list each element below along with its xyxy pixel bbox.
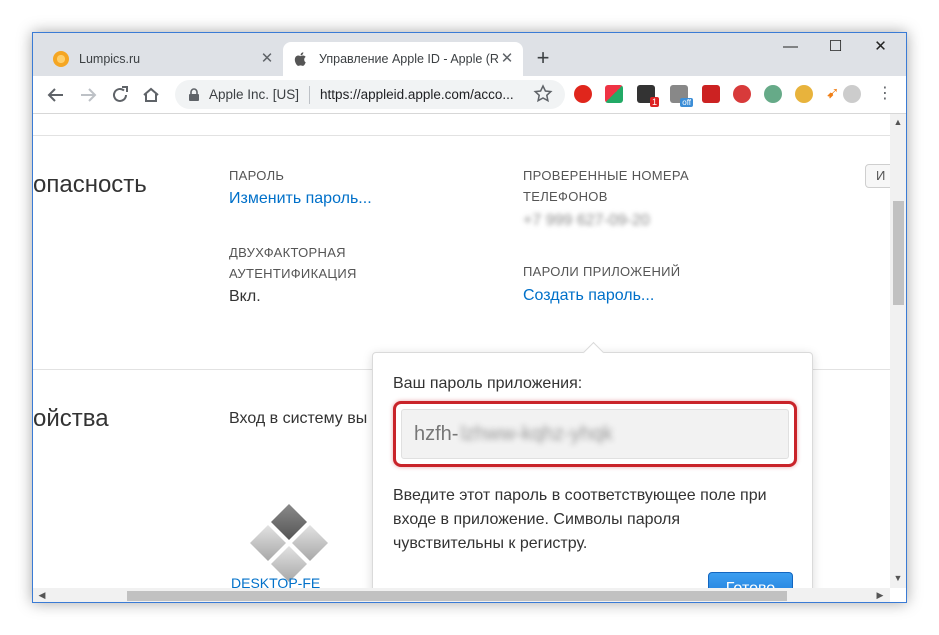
tab-close-icon[interactable]: ✕: [259, 51, 275, 67]
extension-ring-icon[interactable]: [795, 85, 813, 103]
reload-icon[interactable]: [109, 84, 131, 106]
vertical-scroll-thumb[interactable]: [893, 201, 904, 305]
password-label: ПАРОЛЬ: [229, 168, 285, 183]
password-highlight: hzfh-lzhww-kqhz-yhqk: [393, 401, 797, 467]
tab-close-icon[interactable]: ✕: [499, 51, 515, 67]
devices-heading: ойства: [33, 405, 109, 432]
create-password-link[interactable]: Создать пароль...: [523, 287, 654, 305]
tab-lumpics[interactable]: Lumpics.ru ✕: [43, 42, 283, 76]
password-visible-part: hzfh-: [414, 422, 459, 445]
twofa-value: Вкл.: [229, 288, 261, 305]
tab-title: Управление Apple ID - Apple (R: [319, 52, 499, 66]
popover-description: Введите этот пароль в соответствующее по…: [393, 487, 767, 552]
edit-button[interactable]: И: [865, 164, 890, 188]
home-icon[interactable]: [140, 84, 162, 106]
signin-text: Вход в систему вы: [229, 410, 368, 427]
popover-title: Ваш пароль приложения:: [393, 375, 583, 392]
minimize-icon[interactable]: —: [768, 33, 813, 63]
security-heading: опасность: [33, 171, 147, 198]
lumpics-favicon-icon: [53, 51, 69, 67]
scroll-down-icon[interactable]: ▼: [891, 573, 905, 583]
app-password-field[interactable]: hzfh-lzhww-kqhz-yhqk: [401, 409, 789, 459]
apple-favicon-icon: [293, 51, 309, 67]
scroll-right-icon[interactable]: ▶: [873, 590, 887, 601]
phones-label-line1: ПРОВЕРЕННЫЕ НОМЕРА: [523, 168, 689, 183]
phones-label-line2: ТЕЛЕФОНОВ: [523, 189, 608, 204]
app-passwords-label: ПАРОЛИ ПРИЛОЖЕНИЙ: [523, 264, 681, 279]
url-text: https://appleid.apple.com/acco...: [320, 87, 514, 102]
lock-icon: [187, 87, 201, 102]
divider: [33, 135, 890, 136]
video-extension-icon[interactable]: [733, 85, 751, 103]
tab-apple-id[interactable]: Управление Apple ID - Apple (R ✕: [283, 42, 523, 76]
profile-avatar[interactable]: [843, 85, 861, 103]
tab-strip: Lumpics.ru ✕ Управление Apple ID - Apple…: [33, 33, 906, 76]
scroll-left-icon[interactable]: ◀: [35, 590, 49, 601]
ublock-extension-icon[interactable]: [702, 85, 720, 103]
extension-badge-icon[interactable]: 1: [637, 85, 659, 107]
browser-window: Lumpics.ru ✕ Управление Apple ID - Apple…: [32, 32, 907, 603]
back-arrow-icon[interactable]: [45, 84, 67, 106]
twofa-label-line2: АУТЕНТИФИКАЦИЯ: [229, 266, 357, 281]
address-bar[interactable]: Apple Inc. [US] https://appleid.apple.co…: [175, 80, 565, 109]
done-button[interactable]: Готово: [708, 572, 793, 588]
bookmark-star-icon[interactable]: [533, 84, 553, 104]
twofa-label-line1: ДВУХФАКТОРНАЯ: [229, 245, 346, 260]
horizontal-scroll-thumb[interactable]: [127, 591, 787, 601]
device-name-link[interactable]: DESKTOP-FE: [231, 575, 320, 588]
menu-kebab-icon[interactable]: ⋮: [876, 85, 894, 103]
vertical-scrollbar[interactable]: [890, 114, 906, 588]
browser-toolbar: Apple Inc. [US] https://appleid.apple.co…: [33, 76, 906, 114]
close-window-icon[interactable]: ✕: [858, 33, 903, 63]
phone-number: +7 999 627-09-20: [523, 212, 650, 229]
forward-arrow-icon[interactable]: [77, 84, 99, 106]
password-hidden-part: lzhww-kqhz-yhqk: [460, 422, 613, 445]
new-tab-icon[interactable]: +: [532, 47, 554, 69]
owl-extension-icon[interactable]: [764, 85, 782, 103]
page-content: опасность ПАРОЛЬ Изменить пароль... ДВУХ…: [33, 114, 890, 588]
change-password-link[interactable]: Изменить пароль...: [229, 190, 372, 208]
extension-off-icon[interactable]: off: [670, 85, 693, 107]
fox-extension-icon[interactable]: ➹: [826, 85, 844, 103]
address-separator: [309, 85, 311, 104]
opera-extension-icon[interactable]: [574, 85, 592, 103]
scroll-up-icon[interactable]: ▲: [891, 117, 905, 127]
maximize-icon[interactable]: ☐: [813, 33, 858, 63]
windows-device-icon[interactable]: [249, 504, 329, 584]
app-password-popover: Ваш пароль приложения: hzfh-lzhww-kqhz-y…: [372, 341, 813, 588]
popover-arrow: [582, 341, 605, 364]
extension-icon[interactable]: [605, 85, 623, 103]
site-identity: Apple Inc. [US]: [209, 87, 300, 102]
tab-title: Lumpics.ru: [79, 52, 141, 66]
